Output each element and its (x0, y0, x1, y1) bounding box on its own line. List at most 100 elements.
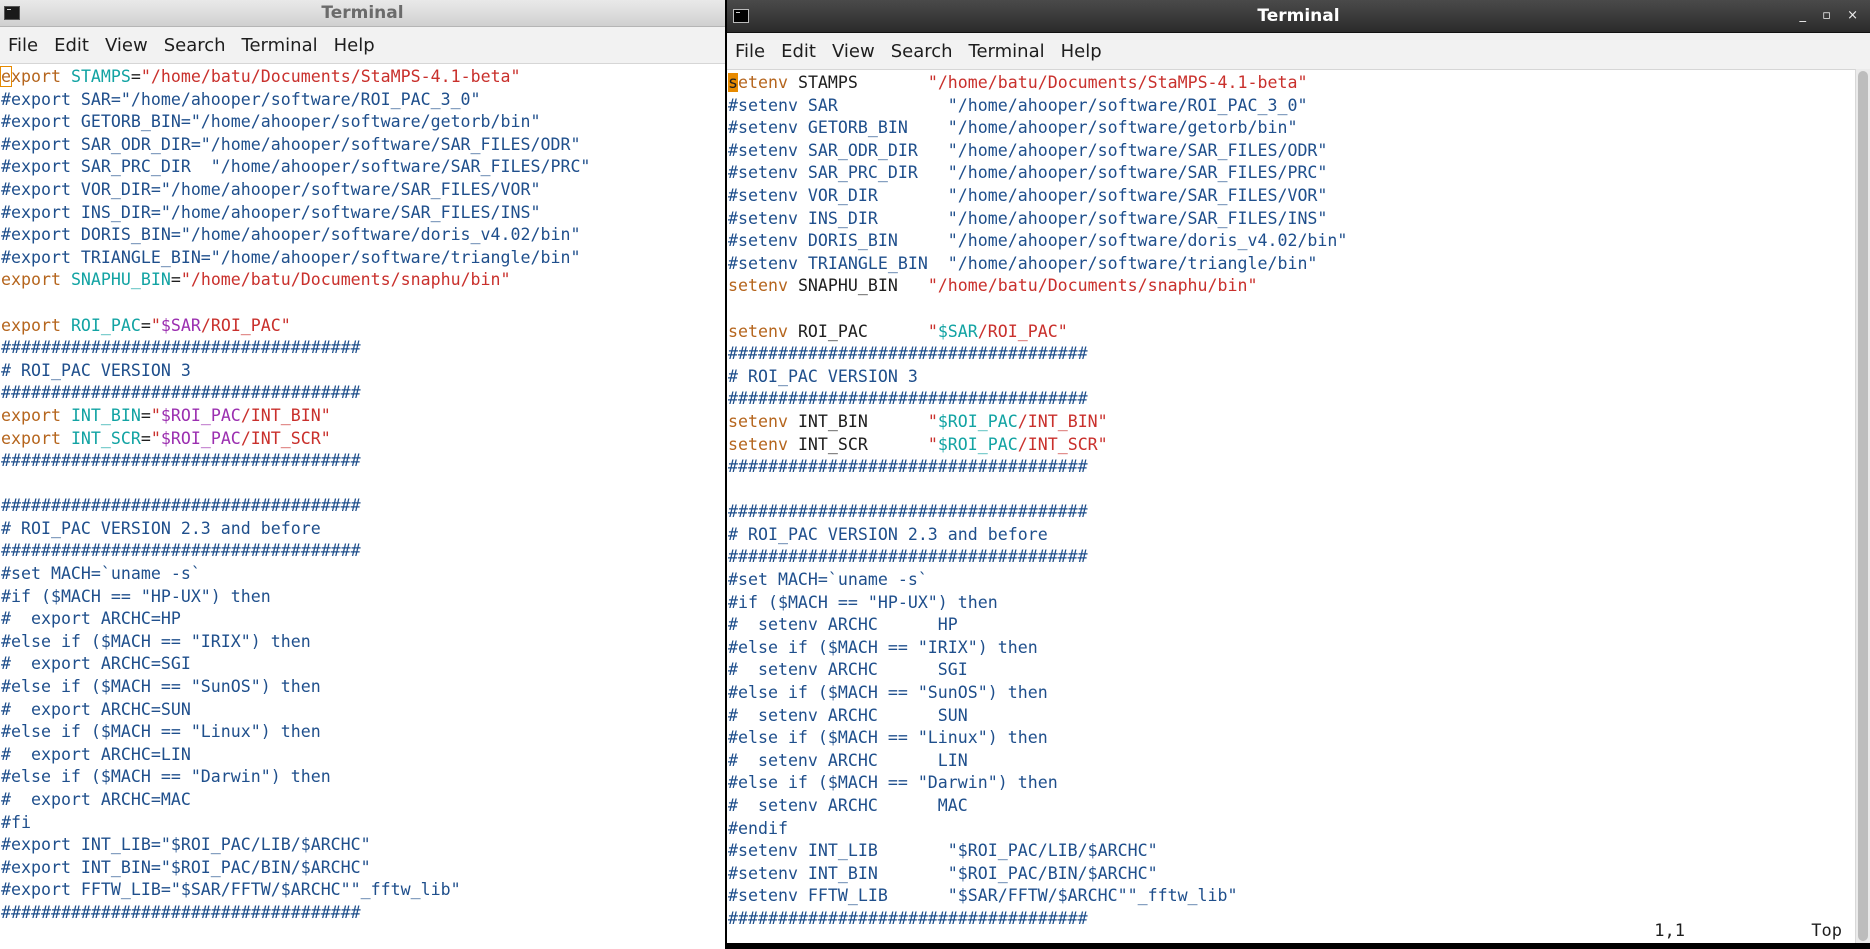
code-line: #export DORIS_BIN="/home/ahooper/softwar… (1, 224, 725, 247)
code-token: #else if ($MACH == "Linux") then (1, 722, 321, 742)
code-token: #setenv SAR_PRC_DIR "/home/ahooper/softw… (728, 163, 1328, 183)
code-token: SNAPHU_BIN (70, 270, 171, 290)
menu-help-right[interactable]: Help (1055, 41, 1112, 62)
code-token: #################################### (728, 457, 1088, 477)
code-line: setenv SNAPHU_BIN "/home/batu/Documents/… (728, 275, 1870, 298)
code-line: # setenv ARCHC SGI (728, 659, 1870, 682)
code-token: #else if ($MACH == "Darwin") then (1, 767, 331, 787)
code-token: # ROI_PAC VERSION 3 (1, 360, 191, 380)
code-line: #fi (1, 812, 725, 835)
terminal-window-left[interactable]: Terminal File Edit View Search Terminal … (0, 0, 725, 949)
code-token: #################################### (1, 338, 361, 358)
code-line: #################################### (728, 501, 1870, 524)
code-token: #setenv SAR "/home/ahooper/software/ROI_… (728, 95, 1308, 115)
code-token: #else if ($MACH == "Darwin") then (728, 773, 1058, 793)
code-token: # export ARCHC=SGI (1, 654, 191, 674)
code-token: $SAR (160, 315, 201, 335)
code-token: "/home/batu/Documents/snaphu/bin" (927, 276, 1258, 296)
menu-edit-left[interactable]: Edit (48, 35, 99, 56)
terminal-window-right[interactable]: Terminal _ ▫ × File Edit View Search Ter… (727, 0, 1870, 943)
code-line: # export ARCHC=LIN (1, 744, 725, 767)
code-line: #export TRIANGLE_BIN="/home/ahooper/soft… (1, 247, 725, 270)
code-line: export ROI_PAC="$SAR/ROI_PAC" (1, 315, 725, 338)
code-token: /INT_BIN" (240, 405, 331, 425)
code-token: " (150, 315, 161, 335)
code-line: #export SAR_ODR_DIR="/home/ahooper/softw… (1, 134, 725, 157)
code-token: #else if ($MACH == "SunOS") then (1, 677, 321, 697)
code-line: #if ($MACH == "HP-UX") then (728, 592, 1870, 615)
code-token: xport (11, 67, 71, 86)
code-token: $ROI_PAC (160, 428, 241, 448)
code-line: # export ARCHC=HP (1, 608, 725, 631)
code-line: #setenv DORIS_BIN "/home/ahooper/softwar… (728, 230, 1870, 253)
code-token: #export INT_LIB="$ROI_PAC/LIB/$ARCHC" (1, 835, 371, 855)
code-token: # export ARCHC=MAC (1, 790, 191, 809)
code-token: #else if ($MACH == "SunOS") then (728, 683, 1048, 703)
code-token: #################################### (728, 502, 1088, 522)
code-token: INT_BIN (797, 411, 928, 431)
menu-view-left[interactable]: View (99, 35, 158, 56)
menu-terminal-left[interactable]: Terminal (236, 35, 328, 56)
code-token: # setenv ARCHC MAC (728, 796, 968, 815)
code-line: #setenv SAR_PRC_DIR "/home/ahooper/softw… (728, 162, 1870, 185)
menu-view-right[interactable]: View (826, 41, 885, 62)
code-line: export INT_BIN="$ROI_PAC/INT_BIN" (1, 405, 725, 428)
code-token: "/home/batu/Documents/StaMPS-4.1-beta" (140, 67, 521, 86)
code-token: # setenv ARCHC LIN (728, 750, 968, 770)
menu-search-left[interactable]: Search (158, 35, 236, 56)
code-token: #export INT_BIN="$ROI_PAC/BIN/$ARCHC" (1, 857, 371, 877)
code-line: #else if ($MACH == "IRIX") then (1, 631, 725, 654)
code-token: #endif (728, 818, 788, 838)
code-token: #setenv VOR_DIR "/home/ahooper/software/… (728, 185, 1328, 205)
terminal-text-area-right[interactable]: setenv STAMPS "/home/batu/Documents/StaM… (727, 70, 1870, 931)
code-token: " (927, 321, 938, 341)
code-token: setenv (728, 321, 798, 341)
code-token: " (150, 428, 161, 448)
titlebar-left[interactable]: Terminal (0, 0, 725, 27)
code-line: #################################### (1, 337, 725, 360)
code-line: #setenv INT_LIB "$ROI_PAC/LIB/$ARCHC" (728, 840, 1870, 863)
titlebar-right[interactable]: Terminal _ ▫ × (727, 0, 1870, 33)
code-line: #################################### (728, 343, 1870, 366)
code-line: export INT_SCR="$ROI_PAC/INT_SCR" (1, 428, 725, 451)
code-line: export SNAPHU_BIN="/home/batu/Documents/… (1, 269, 725, 292)
code-token: #################################### (1, 541, 361, 561)
menu-file-right[interactable]: File (729, 41, 775, 62)
code-token: #else if ($MACH == "IRIX") then (1, 631, 311, 651)
code-line: #export GETORB_BIN="/home/ahooper/softwa… (1, 111, 725, 134)
code-line: setenv ROI_PAC "$SAR/ROI_PAC" (728, 321, 1870, 344)
code-line: #else if ($MACH == "Darwin") then (728, 772, 1870, 795)
code-token: " (927, 434, 938, 454)
menu-edit-right[interactable]: Edit (775, 41, 826, 62)
window-controls-icon[interactable]: _ ▫ × (1800, 8, 1864, 23)
code-token: #################################### (1, 383, 361, 403)
code-line: #export INT_LIB="$ROI_PAC/LIB/$ARCHC" (1, 834, 725, 857)
code-token: = (130, 67, 141, 86)
code-token: #################################### (728, 547, 1088, 567)
code-line: # export ARCHC=SGI (1, 653, 725, 676)
terminal-text-area-left[interactable]: export STAMPS="/home/batu/Documents/StaM… (0, 64, 725, 925)
code-token: /ROI_PAC" (977, 321, 1068, 341)
code-token: setenv (728, 411, 798, 431)
window-title-left: Terminal (321, 3, 404, 23)
code-line: #setenv FFTW_LIB "$SAR/FFTW/$ARCHC""_fft… (728, 885, 1870, 908)
code-line: #export INS_DIR="/home/ahooper/software/… (1, 202, 725, 225)
code-token: #export DORIS_BIN="/home/ahooper/softwar… (1, 225, 581, 245)
code-line: export STAMPS="/home/batu/Documents/StaM… (0, 66, 725, 89)
code-token: "/home/batu/Documents/StaMPS-4.1-beta" (927, 73, 1308, 92)
menu-search-right[interactable]: Search (885, 41, 963, 62)
code-token: #else if ($MACH == "IRIX") then (728, 637, 1038, 657)
menu-file-left[interactable]: File (2, 35, 48, 56)
menu-help-left[interactable]: Help (328, 35, 385, 56)
code-token: etenv (738, 73, 798, 92)
scroll-thumb[interactable] (1858, 71, 1868, 941)
code-line: #################################### (1, 495, 725, 518)
menubar-right: File Edit View Search Terminal Help (727, 33, 1870, 70)
code-token: #################################### (1, 902, 361, 922)
scrollbar[interactable] (1855, 69, 1870, 943)
code-token: # export ARCHC=SUN (1, 699, 191, 719)
code-line: #export SAR="/home/ahooper/software/ROI_… (1, 89, 725, 112)
code-token: # setenv ARCHC SUN (728, 705, 968, 725)
menu-terminal-right[interactable]: Terminal (963, 41, 1055, 62)
